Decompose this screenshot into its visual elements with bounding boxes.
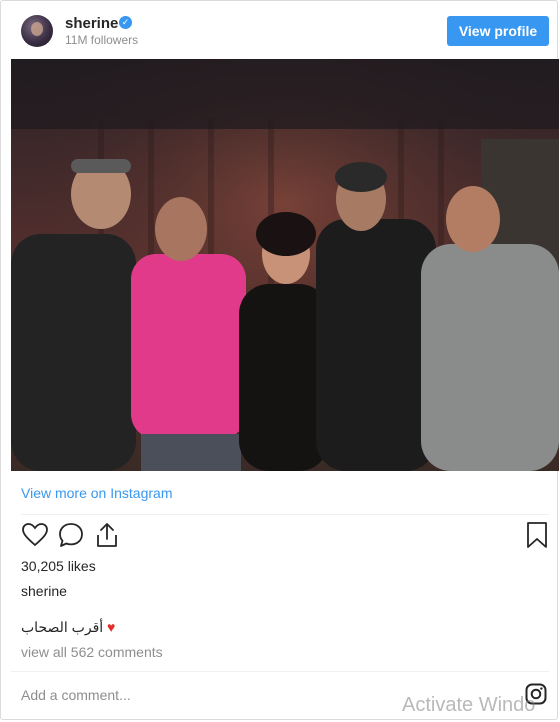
comment-icon[interactable] <box>57 521 85 549</box>
caption: أقرب الصحاب ♥ <box>21 619 115 636</box>
heart-icon[interactable] <box>21 521 49 549</box>
bookmark-icon[interactable] <box>525 521 549 549</box>
heart-emoji-icon: ♥ <box>107 619 116 635</box>
divider <box>21 514 549 515</box>
follower-count: 11M followers <box>65 33 139 47</box>
view-comments-link[interactable]: view all 562 comments <box>21 644 163 660</box>
share-icon[interactable] <box>93 521 121 549</box>
post-photo[interactable] <box>11 59 559 471</box>
username[interactable]: sherine <box>65 15 118 32</box>
caption-text: أقرب الصحاب <box>21 619 104 635</box>
avatar[interactable] <box>21 15 53 47</box>
instagram-embed-card: sherine ✓ 11M followers View profile Vie… <box>0 0 559 720</box>
divider <box>11 671 549 672</box>
view-more-link[interactable]: View more on Instagram <box>21 485 172 501</box>
post-header: sherine ✓ 11M followers View profile <box>1 1 557 59</box>
post-photo-image <box>11 59 559 471</box>
avatar-face <box>31 22 43 36</box>
like-count[interactable]: 30,205 likes <box>21 558 96 574</box>
caption-username[interactable]: sherine <box>21 583 67 599</box>
add-comment-input[interactable]: Add a comment... <box>21 687 131 703</box>
view-profile-button[interactable]: View profile <box>447 16 549 46</box>
windows-activation-watermark: Activate Windo <box>402 694 536 716</box>
verified-badge-icon: ✓ <box>119 16 132 29</box>
